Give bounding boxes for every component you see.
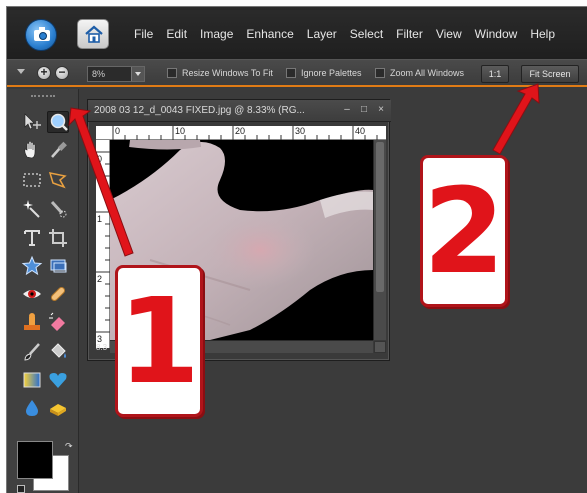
photoshop-elements-window: File Edit Image Enhance Layer Select Fil… bbox=[6, 6, 587, 493]
callout-2: 2 bbox=[420, 155, 508, 307]
callout-1: 1 bbox=[115, 265, 203, 417]
